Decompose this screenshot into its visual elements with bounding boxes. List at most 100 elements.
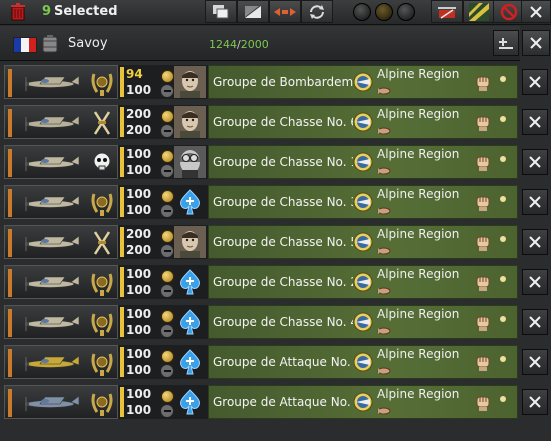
wing-info-panel[interactable]: Groupe de Chasse No. 4 Alpine Region — [208, 305, 518, 339]
remove-wing-button[interactable] — [522, 389, 548, 415]
option-dot-1[interactable] — [353, 3, 371, 21]
remove-wing-button[interactable] — [522, 269, 548, 295]
add-wing-button[interactable] — [493, 30, 519, 56]
remove-plane-button[interactable] — [160, 284, 174, 298]
wing-name: Groupe de Attaque No. — [213, 355, 351, 369]
option-dot-3[interactable] — [397, 3, 415, 21]
close-icon — [529, 356, 541, 368]
fist-icon[interactable] — [473, 152, 493, 172]
air-superiority-icon[interactable] — [352, 311, 374, 333]
strength-bar — [120, 227, 124, 257]
air-superiority-icon[interactable] — [352, 231, 374, 253]
air-wing-row[interactable]: 94 100 Groupe de Bombardem Alpine Region — [4, 65, 518, 99]
air-superiority-icon[interactable] — [352, 191, 374, 213]
remove-plane-button[interactable] — [160, 164, 174, 178]
remove-wing-button[interactable] — [522, 229, 548, 255]
wing-max-strength: 200 — [126, 123, 152, 137]
split-button[interactable] — [237, 0, 269, 23]
air-superiority-icon[interactable] — [352, 351, 374, 373]
sun-moon-icon[interactable] — [498, 74, 516, 92]
air-wing-row[interactable]: 100 100 Groupe de Chasse No. 3 Alpine Regio… — [4, 185, 518, 219]
wing-info-panel[interactable]: Groupe de Chasse No. 5 Alpine Region — [208, 225, 518, 259]
wing-info-panel[interactable]: Groupe de Attaque No. Alpine Region — [208, 385, 518, 419]
pilot-portrait[interactable] — [174, 66, 206, 98]
fist-icon[interactable] — [473, 272, 493, 292]
sun-moon-icon[interactable] — [498, 194, 516, 212]
wing-info-panel[interactable]: Groupe de Attaque No. Alpine Region — [208, 345, 518, 379]
remove-plane-button[interactable] — [160, 364, 174, 378]
remove-wing-button[interactable] — [522, 69, 548, 95]
wing-color-bar — [8, 189, 12, 217]
sun-moon-icon[interactable] — [498, 114, 516, 132]
remove-plane-button[interactable] — [160, 84, 174, 98]
spade-ace-icon[interactable] — [174, 306, 206, 338]
pilot-portrait[interactable] — [174, 106, 206, 138]
remove-wing-button[interactable] — [522, 349, 548, 375]
sun-moon-icon[interactable] — [498, 314, 516, 332]
cycle-button[interactable] — [301, 0, 333, 23]
army-name[interactable]: Savoy — [68, 36, 108, 51]
wing-frame — [4, 145, 118, 179]
wing-info-panel[interactable]: Groupe de Chasse No. 2 Alpine Region — [208, 265, 518, 299]
air-wing-row[interactable]: 100 100 Groupe de Chasse No. 1 Alpine Regio… — [4, 145, 518, 179]
wing-info-panel[interactable]: Groupe de Chasse No. 6 Alpine Region — [208, 105, 518, 139]
fist-icon[interactable] — [473, 392, 493, 412]
spade-ace-icon[interactable] — [174, 386, 206, 418]
air-superiority-icon[interactable] — [352, 71, 374, 93]
ace-medal-icon — [89, 268, 115, 298]
sun-moon-icon[interactable] — [498, 354, 516, 372]
fist-icon[interactable] — [473, 312, 493, 332]
spade-ace-icon[interactable] — [174, 266, 206, 298]
pilot-portrait[interactable] — [174, 146, 206, 178]
close-all-button[interactable] — [521, 0, 551, 23]
sun-moon-icon[interactable] — [498, 394, 516, 412]
disband-button[interactable] — [431, 0, 463, 23]
air-wing-row[interactable]: 100 100 Groupe de Chasse No. 2 Alpine Regio… — [4, 265, 518, 299]
spade-ace-icon[interactable] — [174, 346, 206, 378]
trash-icon[interactable] — [10, 3, 26, 21]
fist-icon[interactable] — [473, 232, 493, 252]
air-wing-row[interactable]: 100 100 Groupe de Attaque No. Alpine Region — [4, 345, 518, 379]
air-superiority-icon[interactable] — [352, 391, 374, 413]
remove-plane-button[interactable] — [160, 124, 174, 138]
remove-wing-button[interactable] — [522, 309, 548, 335]
fist-icon[interactable] — [473, 112, 493, 132]
remove-plane-button[interactable] — [160, 404, 174, 418]
mission-button[interactable] — [463, 0, 495, 23]
sun-moon-icon[interactable] — [498, 274, 516, 292]
remove-wing-button[interactable] — [522, 149, 548, 175]
close-icon — [529, 196, 541, 208]
pilot-portrait[interactable] — [174, 226, 206, 258]
wing-max-strength: 100 — [126, 323, 152, 337]
remove-plane-button[interactable] — [160, 244, 174, 258]
strength-bar — [120, 187, 124, 217]
close-icon — [529, 236, 541, 248]
remove-wing-button[interactable] — [522, 189, 548, 215]
air-wing-row[interactable]: 200 200 Groupe de Chasse No. 6 Alpine Regio… — [4, 105, 518, 139]
fist-icon[interactable] — [473, 192, 493, 212]
air-superiority-icon[interactable] — [352, 111, 374, 133]
air-superiority-icon[interactable] — [352, 271, 374, 293]
fist-icon[interactable] — [473, 352, 493, 372]
fist-icon[interactable] — [473, 72, 493, 92]
selected-count: 9 — [42, 4, 52, 19]
sun-moon-icon[interactable] — [498, 154, 516, 172]
air-wing-row[interactable]: 100 100 Groupe de Attaque No. Alpine Region — [4, 385, 518, 419]
remove-plane-button[interactable] — [160, 204, 174, 218]
wing-info-panel[interactable]: Groupe de Chasse No. 1 Alpine Region — [208, 145, 518, 179]
prohibited-icon — [500, 3, 518, 20]
air-wing-row[interactable]: 200 200 Groupe de Chasse No. 5 Alpine Regio… — [4, 225, 518, 259]
wing-info-panel[interactable]: Groupe de Chasse No. 3 Alpine Region — [208, 185, 518, 219]
remove-wing-button[interactable] — [522, 109, 548, 135]
remove-plane-button[interactable] — [160, 324, 174, 338]
sun-moon-icon[interactable] — [498, 234, 516, 252]
copy-button[interactable] — [205, 0, 237, 23]
strength-bar — [120, 107, 124, 137]
spade-ace-icon[interactable] — [174, 186, 206, 218]
air-wing-row[interactable]: 100 100 Groupe de Chasse No. 4 Alpine Regio… — [4, 305, 518, 339]
option-dot-2[interactable] — [375, 3, 393, 21]
close-army-button[interactable] — [522, 30, 550, 56]
wing-info-panel[interactable]: Groupe de Bombardem Alpine Region — [208, 65, 518, 99]
air-superiority-icon[interactable] — [352, 151, 374, 173]
spread-button[interactable] — [269, 0, 301, 23]
